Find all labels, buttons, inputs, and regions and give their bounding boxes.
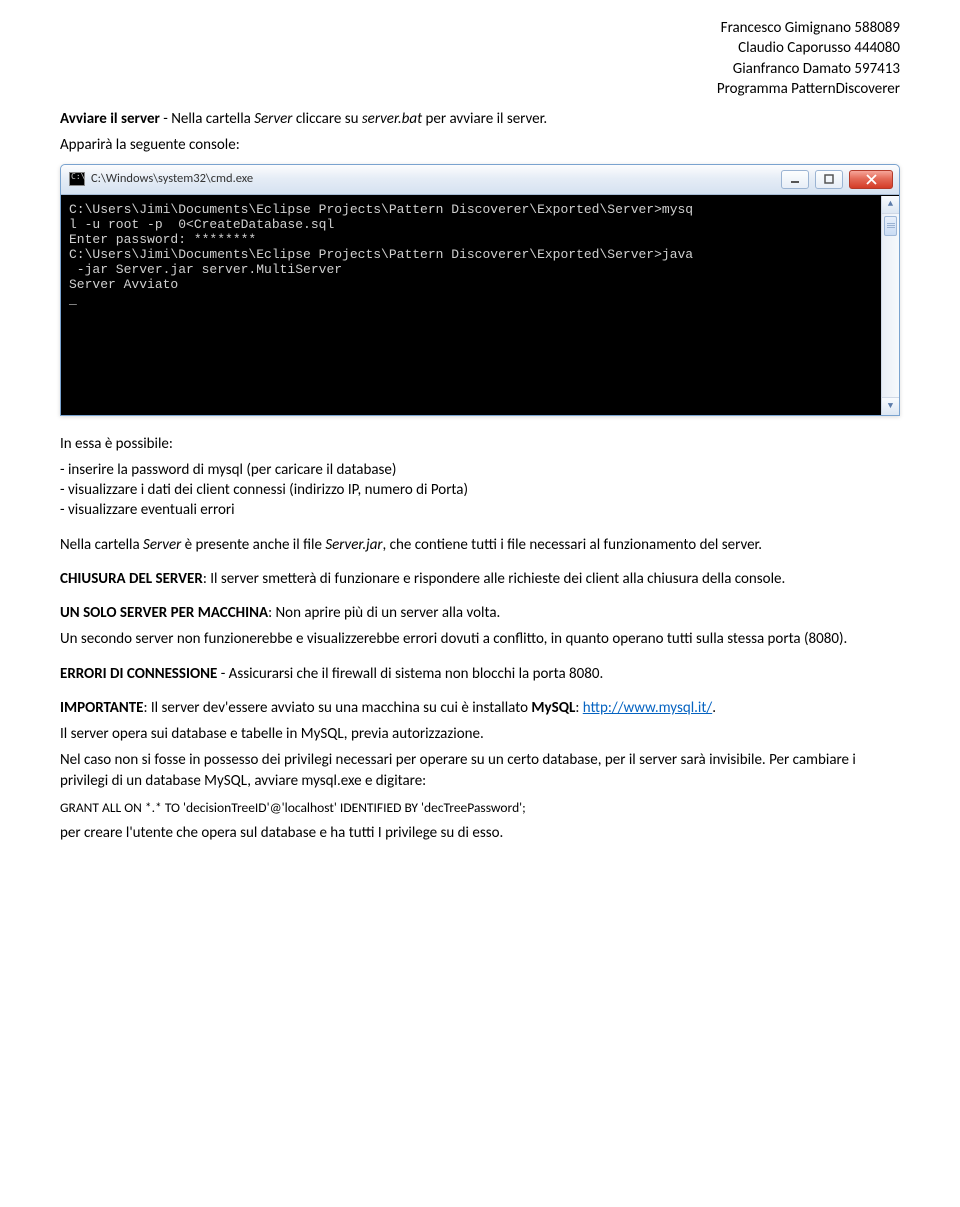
header-line: Claudio Caporusso 444080 [60,38,900,58]
scroll-thumb[interactable] [884,216,897,236]
close-button[interactable] [849,170,893,189]
paragraph: Un secondo server non funzionerebbe e vi… [60,629,900,649]
console-window: C:\Windows\system32\cmd.exe C:\Users\Jim… [60,164,900,416]
heading-inline: ERRORI DI CONNESSIONE [60,665,217,683]
paragraph: Avviare il server - Nella cartella Serve… [60,109,900,129]
console-line: -jar Server.jar server.MultiServer [69,262,877,277]
paragraph: IMPORTANTE: Il server dev'essere avviato… [60,698,900,718]
paragraph: Nella cartella Server è presente anche i… [60,535,900,555]
inline-bold: MySQL [531,699,575,717]
document-header: Francesco Gimignano 588089 Claudio Capor… [60,18,900,99]
header-line: Programma PatternDiscoverer [60,79,900,99]
paragraph: CHIUSURA DEL SERVER: Il server smetterà … [60,569,900,589]
scroll-down-icon[interactable]: ▼ [882,397,899,415]
paragraph: Nel caso non si fosse in possesso dei pr… [60,750,900,791]
heading-inline: IMPORTANTE [60,699,144,717]
minimize-button[interactable] [781,170,809,189]
window-titlebar: C:\Windows\system32\cmd.exe [61,165,899,195]
header-line: Gianfranco Damato 597413 [60,59,900,79]
console-line: Server Avviato [69,277,877,292]
paragraph: per creare l'utente che opera sul databa… [60,823,900,843]
header-line: Francesco Gimignano 588089 [60,18,900,38]
heading-inline: CHIUSURA DEL SERVER [60,570,203,588]
mysql-link[interactable]: http://www.mysql.it/ [583,699,712,717]
console-line: _ [69,292,877,307]
scroll-up-icon[interactable]: ▲ [882,196,899,214]
console-line: C:\Users\Jimi\Documents\Eclipse Projects… [69,202,877,217]
console-line: Enter password: ******** [69,232,877,247]
paragraph: UN SOLO SERVER PER MACCHINA: Non aprire … [60,603,900,623]
list-item: visualizzare i dati dei client connessi … [60,480,900,500]
paragraph: Apparirà la seguente console: [60,135,900,155]
paragraph: ERRORI DI CONNESSIONE - Assicurarsi che … [60,664,900,684]
heading-inline: Avviare il server [60,110,160,128]
paragraph: In essa è possibile: [60,434,900,454]
maximize-button[interactable] [815,170,843,189]
list-item: inserire la password di mysql (per caric… [60,460,900,480]
console-line: C:\Users\Jimi\Documents\Eclipse Projects… [69,247,877,262]
window-title: C:\Windows\system32\cmd.exe [91,171,775,188]
list-item: visualizzare eventuali errori [60,500,900,520]
paragraph: Il server opera sui database e tabelle i… [60,724,900,744]
console-body[interactable]: C:\Users\Jimi\Documents\Eclipse Projects… [61,195,899,415]
bullet-list: inserire la password di mysql (per caric… [60,460,900,521]
code-line: GRANT ALL ON *.* TO 'decisionTreeID'@'lo… [60,799,900,817]
console-line: l -u root -p 0<CreateDatabase.sql [69,217,877,232]
cmd-icon [69,172,85,186]
scrollbar[interactable]: ▲ ▼ [881,196,899,415]
heading-inline: UN SOLO SERVER PER MACCHINA [60,604,268,622]
